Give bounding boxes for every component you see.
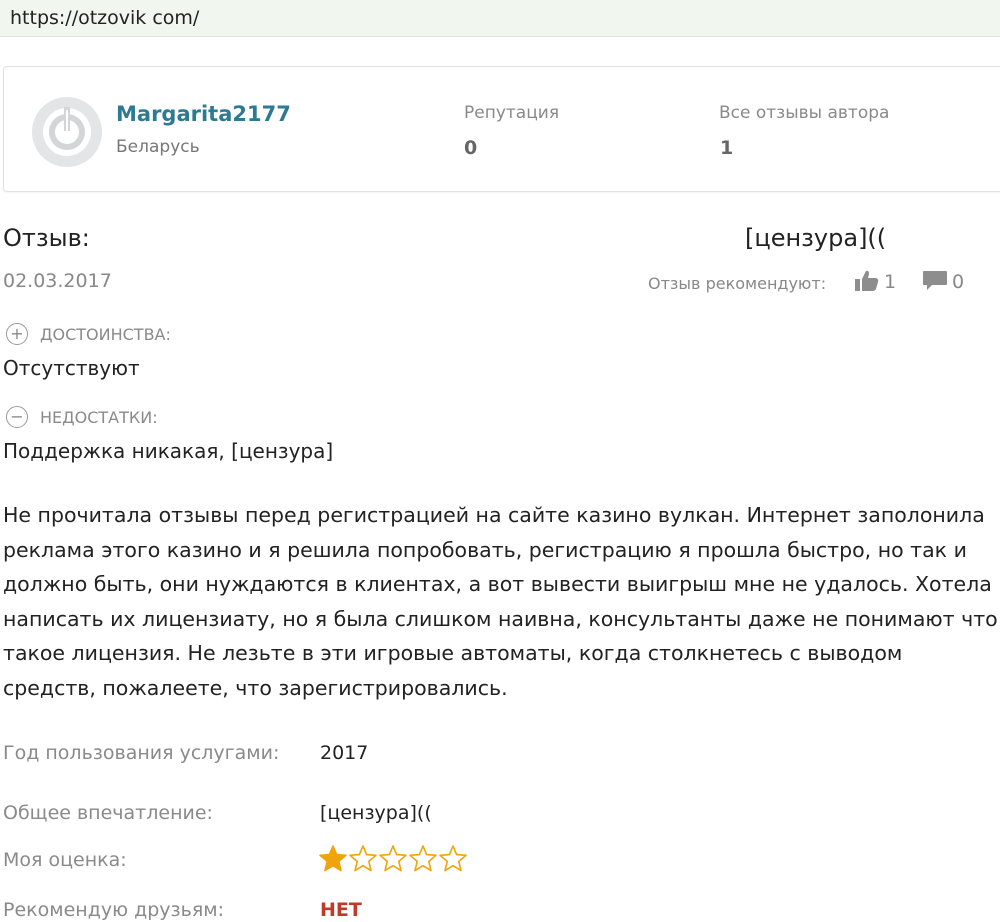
review-body: Не прочитала отзывы перед регистрацией н… xyxy=(3,503,998,700)
review-date: 02.03.2017 xyxy=(3,270,112,292)
address-bar[interactable]: https://otzovik com/ xyxy=(0,0,1000,37)
minus-icon: − xyxy=(6,406,28,428)
rating-stars xyxy=(318,844,468,874)
author-reviews-label[interactable]: Все отзывы автора xyxy=(719,103,889,123)
star-empty-icon xyxy=(439,845,467,872)
usage-year-label: Год пользования услугами: xyxy=(3,742,280,764)
cons-text: Поддержка никакая, [цензура] xyxy=(3,439,334,463)
recommend-friends-value: НЕТ xyxy=(320,899,362,921)
author-reviews-value[interactable]: 1 xyxy=(720,137,733,159)
recommend-count-label: Отзыв рекомендуют: xyxy=(648,274,827,293)
cons-label: НЕДОСТАТКИ: xyxy=(40,408,158,427)
author-card: Margarita2177 Беларусь Репутация 0 Все о… xyxy=(3,66,1000,192)
impression-label: Общее впечатление: xyxy=(3,802,213,824)
review-heading: [цензура](( xyxy=(745,224,887,252)
review-title-label: Отзыв: xyxy=(3,224,90,252)
recommend-friends-label: Рекомендую друзьям: xyxy=(3,899,225,921)
star-empty-icon xyxy=(379,845,407,872)
star-filled-icon xyxy=(319,845,347,872)
reputation-label: Репутация xyxy=(464,103,560,123)
usage-year-value: 2017 xyxy=(320,742,369,764)
star-empty-icon xyxy=(349,845,377,872)
rating-label: Моя оценка: xyxy=(3,849,127,871)
url-text: https://otzovik com/ xyxy=(10,7,200,29)
comments-count: 0 xyxy=(952,271,965,293)
author-country: Беларусь xyxy=(116,137,200,157)
comment-icon[interactable] xyxy=(922,270,948,296)
reputation-value: 0 xyxy=(464,137,478,159)
user-avatar-icon xyxy=(34,99,100,165)
author-name-link[interactable]: Margarita2177 xyxy=(116,102,291,126)
pros-text: Отсутствуют xyxy=(3,356,140,380)
likes-count: 1 xyxy=(884,271,897,293)
pros-label: ДОСТОИНСТВА: xyxy=(40,325,171,344)
avatar[interactable] xyxy=(32,97,102,167)
impression-value: [цензура](( xyxy=(320,802,432,824)
star-empty-icon xyxy=(409,845,437,872)
thumbs-up-icon[interactable] xyxy=(855,270,879,296)
plus-icon: + xyxy=(6,323,28,345)
